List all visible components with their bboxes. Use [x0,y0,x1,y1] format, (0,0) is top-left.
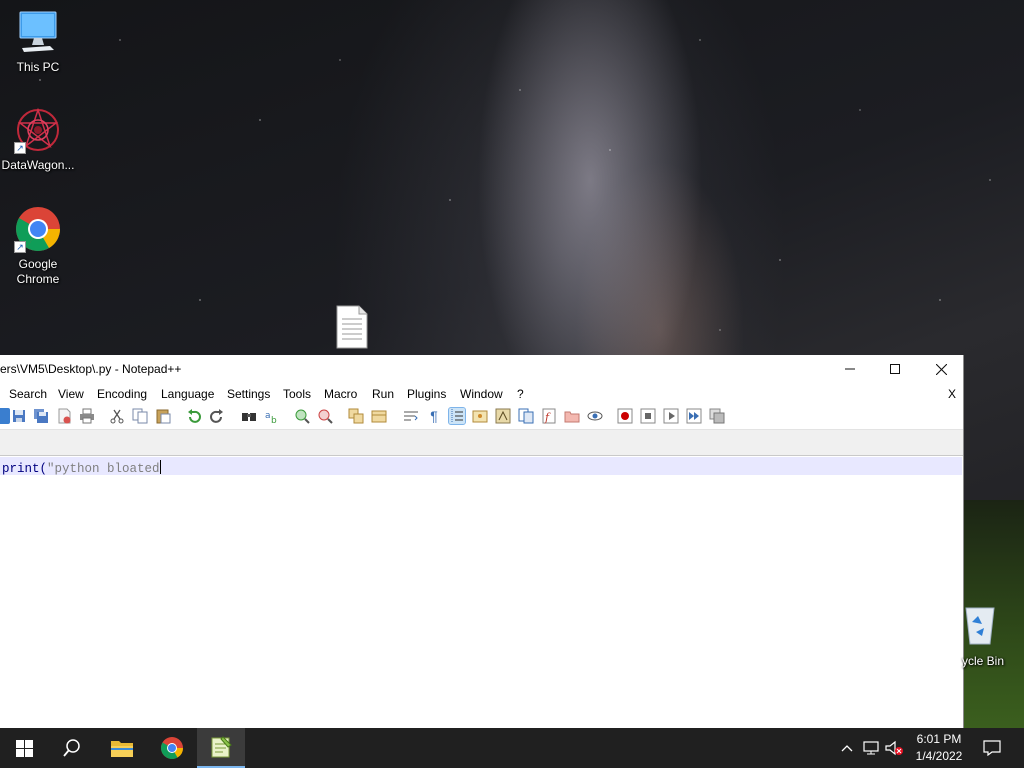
window-title: ers\VM5\Desktop\.py - Notepad++ [0,362,182,376]
chrome-icon [161,737,183,759]
menu-run[interactable]: Run [372,387,394,401]
close-icon[interactable] [56,408,72,424]
taskbar: 6:01 PM 1/4/2022 [0,728,1024,768]
desktop-icon-datawagon[interactable]: ↗ DataWagon... [0,106,76,173]
save-icon[interactable] [11,408,27,424]
playback-icon[interactable] [663,408,679,424]
document-list-icon[interactable] [518,408,534,424]
monitoring-icon[interactable] [587,408,603,424]
monitor-icon [14,8,62,56]
save-macro-icon[interactable] [709,408,725,424]
desktop-icon-text-file[interactable] [313,305,389,353]
zoom-out-icon[interactable] [317,408,333,424]
clock-time: 6:01 PM [916,732,962,746]
stop-recording-icon[interactable] [640,408,656,424]
find-icon[interactable] [241,408,257,424]
record-macro-icon[interactable] [617,408,633,424]
maximize-icon [890,364,900,374]
close-icon [935,363,947,375]
close-document-button[interactable]: X [948,387,956,401]
menu-search[interactable]: Search [9,387,47,401]
windows-start-icon [15,739,33,757]
sync-vertical-icon[interactable] [348,408,364,424]
action-center-button[interactable] [978,728,1006,768]
datawagon-icon: ↗ [14,106,62,154]
volume-button[interactable] [885,728,905,768]
print-icon[interactable] [79,408,95,424]
network-icon [863,741,879,755]
cut-icon[interactable] [109,408,125,424]
zoom-in-icon[interactable] [294,408,310,424]
chrome-taskbar-button[interactable] [148,728,196,768]
clock-date: 1/4/2022 [915,749,963,763]
menu-macro[interactable]: Macro [324,387,357,401]
menu-encoding[interactable]: Encoding [97,387,147,401]
code-string: "python bloated [47,462,160,476]
document-tab-bar[interactable] [0,430,963,456]
desktop-icon-recycle-bin[interactable]: ycle Bin [962,602,1024,668]
show-all-characters-icon[interactable]: ¶ [426,408,442,424]
action-center-icon [983,740,1001,756]
window-titlebar[interactable]: ers\VM5\Desktop\.py - Notepad++ [0,355,963,383]
open-file-icon[interactable] [0,408,10,424]
desktop-icon-label: This PC [16,60,60,74]
shortcut-arrow-icon: ↗ [14,241,26,253]
sync-horizontal-icon[interactable] [371,408,387,424]
paste-icon[interactable] [155,408,171,424]
file-explorer-icon [111,741,133,757]
menu-window[interactable]: Window [460,387,503,401]
search-icon [63,739,80,757]
user-defined-language-icon[interactable] [472,408,488,424]
save-all-icon[interactable] [33,408,49,424]
folder-as-workspace-icon[interactable] [564,408,580,424]
maximize-button[interactable] [872,355,918,383]
replace-icon[interactable]: ab [264,408,280,426]
redo-icon[interactable] [209,408,225,424]
function-list-icon[interactable]: f [541,408,557,424]
text-caret [159,460,161,474]
minimize-button[interactable] [827,355,873,383]
desktop-icon-google-chrome[interactable]: ↗ Google Chrome [0,205,76,287]
chevron-up-icon [841,745,853,752]
recycle-bin-icon [962,602,998,646]
desktop-icon-label: DataWagon... [1,158,75,172]
toolbar: ab ¶ f [0,405,963,430]
indent-guide-icon[interactable] [448,407,466,425]
file-explorer-button[interactable] [98,728,146,768]
menu-plugins[interactable]: Plugins [407,387,446,401]
notepad-plus-plus-icon [211,736,232,758]
shortcut-arrow-icon: ↗ [14,142,26,154]
chrome-icon: ↗ [14,205,62,253]
notepad-plus-plus-window[interactable]: ers\VM5\Desktop\.py - Notepad++ Search V… [0,355,964,728]
undo-icon[interactable] [186,408,202,424]
network-button[interactable] [861,728,881,768]
svg-text:b: b [271,416,277,424]
code-line-1[interactable]: print("python bloated [2,460,161,476]
close-button[interactable] [918,355,964,383]
desktop-icon-label: ycle Bin [962,654,1005,668]
menu-bar: Search View Encoding Language Settings T… [0,383,963,405]
menu-help[interactable]: ? [517,387,524,401]
document-map-icon[interactable] [495,408,511,424]
menu-language[interactable]: Language [161,387,214,401]
notepad-plus-plus-taskbar-button[interactable] [197,728,245,768]
text-document-icon [327,305,375,349]
svg-text:a: a [265,411,271,421]
copy-icon[interactable] [132,408,148,424]
desktop-icon-this-pc[interactable]: This PC [0,8,76,75]
menu-settings[interactable]: Settings [227,387,270,401]
word-wrap-icon[interactable] [403,408,419,424]
run-macro-multiple-icon[interactable] [686,408,702,424]
system-clock[interactable]: 6:01 PM 1/4/2022 [908,731,970,765]
code-keyword: print( [2,462,48,476]
desktop-icon-label: Google Chrome [16,257,60,286]
start-button[interactable] [0,728,48,768]
editor-area[interactable]: print("python bloated [0,457,962,728]
search-button[interactable] [48,728,96,768]
show-hidden-icons-button[interactable] [838,728,856,768]
volume-muted-icon [885,740,903,756]
minimize-icon [845,368,855,370]
menu-tools[interactable]: Tools [283,387,311,401]
menu-view[interactable]: View [58,387,84,401]
